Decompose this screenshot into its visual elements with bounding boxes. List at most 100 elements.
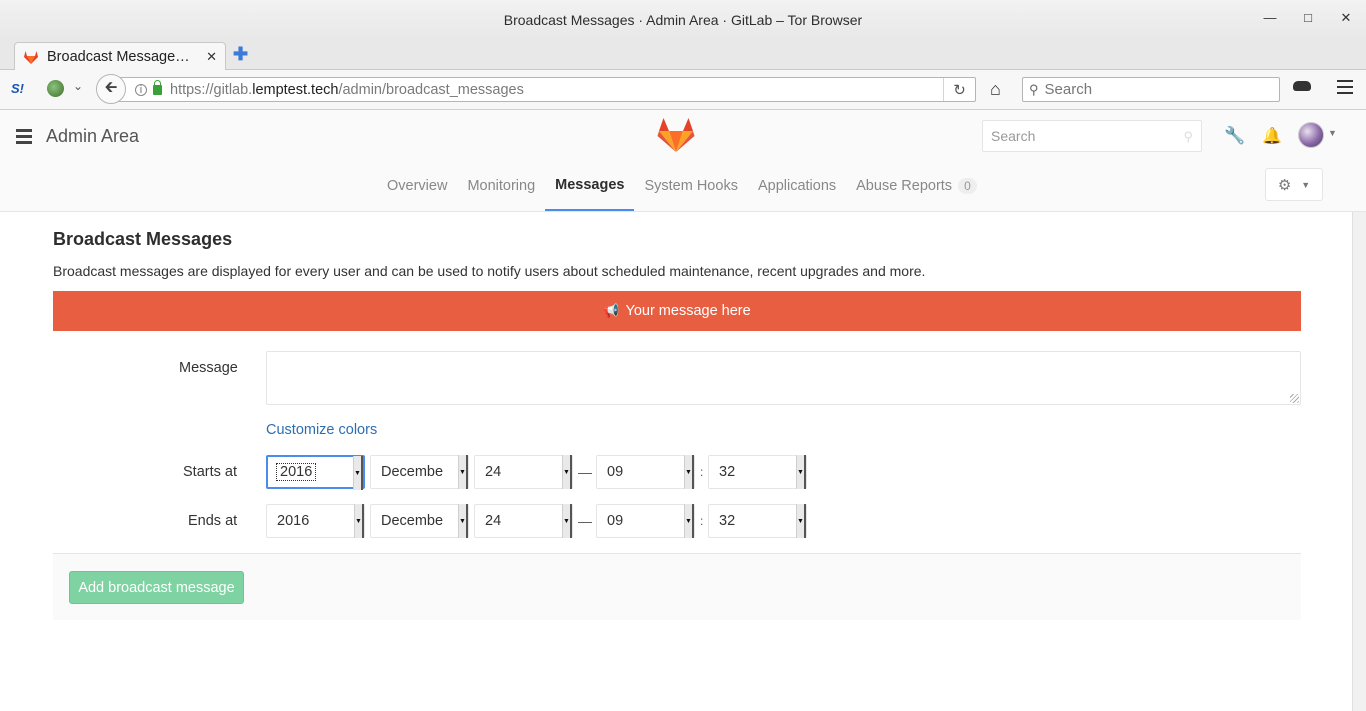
date-time-separator: —: [578, 464, 592, 480]
reload-icon[interactable]: ↻: [943, 78, 975, 101]
bell-icon[interactable]: 🔔: [1262, 126, 1282, 146]
admin-subnav: Overview Monitoring Messages System Hook…: [0, 160, 1366, 212]
ends-day-select[interactable]: 24 ▼: [474, 504, 573, 538]
ends-year-value: 2016: [277, 513, 310, 529]
time-separator: :: [700, 465, 704, 479]
starts-month-select[interactable]: Decembe ▼: [370, 455, 469, 489]
starts-year-select[interactable]: 2016 ▼: [266, 455, 365, 490]
browser-tab[interactable]: Broadcast Message… ✕: [14, 42, 226, 71]
window-title: Broadcast Messages · Admin Area · GitLab…: [503, 12, 863, 28]
dropdown-arrow-icon: ▼: [684, 455, 694, 489]
tab-close-icon[interactable]: ✕: [206, 49, 217, 65]
chevron-down-icon[interactable]: ▼: [1328, 128, 1337, 138]
starts-month-value: Decembe: [381, 464, 444, 480]
tab-system-hooks[interactable]: System Hooks: [634, 160, 747, 211]
date-time-separator: —: [578, 513, 592, 529]
ends-month-select[interactable]: Decembe ▼: [370, 504, 469, 538]
minimize-icon[interactable]: —: [1260, 10, 1280, 26]
page-description: Broadcast messages are displayed for eve…: [53, 263, 926, 279]
tab-bar: Broadcast Message… ✕: [0, 40, 1366, 71]
dropdown-arrow-icon: ▼: [353, 456, 363, 490]
search-icon: ⚲: [1029, 81, 1039, 97]
page-title: Broadcast Messages: [53, 229, 233, 249]
dropdown-arrow-icon: ▼: [684, 504, 694, 538]
tab-abuse-reports[interactable]: Abuse Reports 0: [846, 160, 987, 211]
bullhorn-icon: 📢: [603, 303, 620, 318]
new-tab-icon[interactable]: ✚: [233, 44, 248, 65]
browser-search-input[interactable]: ⚲ Search: [1022, 77, 1280, 102]
starts-hour-value: 09: [607, 464, 624, 480]
dropdown-arrow-icon: ▼: [796, 504, 806, 538]
window-titlebar: Broadcast Messages · Admin Area · GitLab…: [0, 0, 1366, 40]
message-label: Message: [179, 360, 238, 376]
preview-text: Your message here: [625, 303, 751, 319]
ends-minute-value: 32: [719, 513, 736, 529]
gitlab-search-input[interactable]: Search ⚲: [982, 120, 1202, 152]
dropdown-arrow-icon: ▼: [354, 504, 364, 538]
dropdown-arrow-icon: ▼: [458, 455, 468, 489]
browser-navbar: S! ⌄ i https://gitlab. lemptest.tech/admi…: [0, 70, 1366, 110]
close-window-icon[interactable]: ✕: [1336, 10, 1356, 26]
starts-day-select[interactable]: 24 ▼: [474, 455, 573, 489]
starts-hour-select[interactable]: 09 ▼: [596, 455, 695, 489]
tab-abuse-reports-label: Abuse Reports: [856, 177, 953, 194]
browser-search-placeholder: Search: [1044, 81, 1093, 98]
tab-applications[interactable]: Applications: [748, 160, 846, 211]
window-controls: — □ ✕: [1260, 10, 1356, 26]
chevron-down-icon: ▼: [1301, 179, 1311, 190]
customize-colors-link[interactable]: Customize colors: [266, 422, 377, 438]
gitlab-header: Admin Area Search ⚲: [0, 110, 1366, 160]
url-host: lemptest.tech: [252, 81, 339, 98]
ends-hour-select[interactable]: 09 ▼: [596, 504, 695, 538]
dropdown-arrow-icon: ▼: [796, 455, 806, 489]
gitlab-search-placeholder: Search: [991, 128, 1036, 144]
starts-day-value: 24: [485, 464, 502, 480]
tab-overview[interactable]: Overview: [377, 160, 457, 211]
page-area-title: Admin Area: [46, 126, 140, 146]
maximize-icon[interactable]: □: [1298, 10, 1318, 26]
message-textarea[interactable]: [266, 351, 1301, 405]
chevron-down-icon[interactable]: ⌄: [73, 79, 83, 93]
tor-onion-icon[interactable]: [47, 80, 64, 97]
dropdown-arrow-icon: ▼: [458, 504, 468, 538]
tab-monitoring[interactable]: Monitoring: [457, 160, 545, 211]
gitlab-logo-icon[interactable]: [657, 117, 695, 153]
ends-day-value: 24: [485, 513, 502, 529]
starts-at-label: Starts at: [183, 464, 237, 480]
admin-tabs: Overview Monitoring Messages System Hook…: [377, 160, 987, 212]
gear-icon: ⚙: [1277, 176, 1292, 194]
url-path: /admin/broadcast_messages: [338, 81, 524, 98]
settings-dropdown-button[interactable]: ⚙ ▼: [1265, 168, 1323, 201]
starts-year-value: 2016: [276, 463, 317, 481]
resize-handle-icon[interactable]: [1290, 394, 1299, 403]
browser-menu-icon[interactable]: [1337, 80, 1353, 98]
ends-minute-select[interactable]: 32 ▼: [708, 504, 807, 538]
ends-month-value: Decembe: [381, 513, 444, 529]
dropdown-arrow-icon: ▼: [562, 504, 572, 538]
private-mask-icon[interactable]: [1293, 81, 1311, 91]
noscript-icon[interactable]: S!: [11, 81, 24, 96]
url-prefix: https://gitlab.: [170, 81, 253, 98]
search-icon: ⚲: [1183, 129, 1193, 144]
lock-icon: [153, 79, 162, 95]
tab-messages[interactable]: Messages: [545, 160, 635, 211]
ends-year-select[interactable]: 2016 ▼: [266, 504, 365, 538]
wrench-icon[interactable]: 🔧: [1224, 126, 1245, 146]
home-icon[interactable]: ⌂: [990, 79, 1001, 100]
tab-title: Broadcast Message…: [47, 49, 190, 65]
gitlab-favicon-icon: [24, 51, 38, 64]
info-icon[interactable]: i: [135, 83, 147, 96]
ends-at-label: Ends at: [188, 513, 238, 529]
back-button[interactable]: 🡰: [96, 74, 126, 104]
url-bar[interactable]: i https://gitlab. lemptest.tech/admin/bro…: [114, 77, 976, 102]
page-scrollbar[interactable]: [1352, 212, 1366, 711]
time-separator: :: [700, 514, 704, 528]
avatar[interactable]: [1298, 122, 1324, 148]
starts-minute-select[interactable]: 32 ▼: [708, 455, 807, 489]
add-broadcast-message-button[interactable]: Add broadcast message: [69, 571, 244, 604]
sidebar-toggle-icon[interactable]: [16, 129, 32, 147]
ends-hour-value: 09: [607, 513, 624, 529]
broadcast-message-preview: 📢 Your message here: [53, 291, 1301, 331]
form-actions: Add broadcast message: [53, 553, 1301, 620]
abuse-reports-count-badge: 0: [958, 177, 977, 194]
